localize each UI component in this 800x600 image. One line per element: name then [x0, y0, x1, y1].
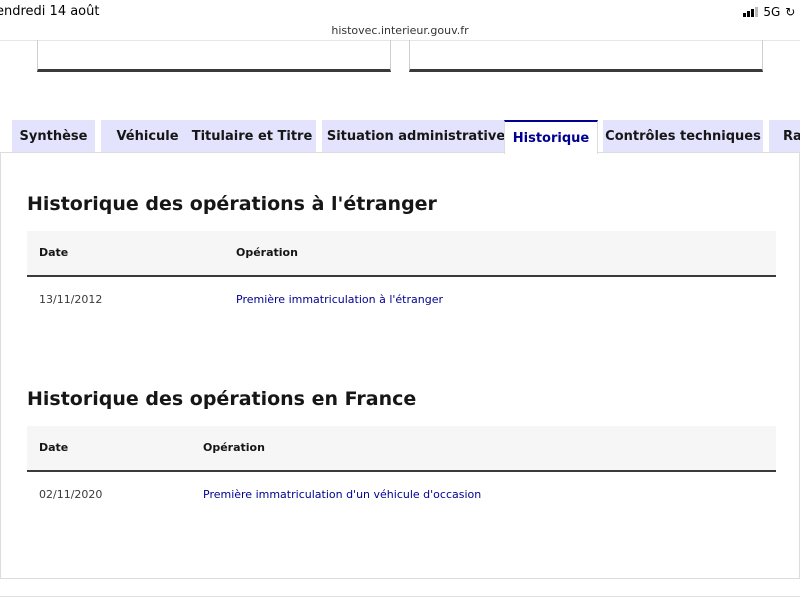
cell-operation-link[interactable]: Première immatriculation d'un véhicule d… — [203, 488, 481, 501]
tab-label: Situation administrative — [326, 129, 506, 144]
cell-date: 02/11/2020 — [39, 488, 103, 501]
table-header-etranger: Date Opération — [27, 231, 776, 277]
summary-card-right — [409, 40, 763, 72]
network-type: 5G — [763, 5, 781, 19]
tab-situation-administrative[interactable]: Situation administrative — [322, 120, 510, 153]
column-header-operation: Opération — [236, 246, 298, 259]
column-header-date: Date — [39, 441, 69, 454]
table-header-france: Date Opération — [27, 426, 776, 472]
tab-controles-techniques[interactable]: Contrôles techniques — [603, 120, 763, 153]
tab-label: Titulaire et Titre — [191, 129, 313, 144]
section-title-etranger: Historique des opérations à l'étranger — [27, 193, 437, 215]
tab-label: Contrôles techniques — [605, 129, 761, 144]
section-title-france: Historique des opérations en France — [27, 388, 417, 410]
column-header-operation: Opération — [203, 441, 265, 454]
status-date: endredi 14 août — [0, 4, 100, 19]
tab-rapport[interactable]: Rap — [769, 120, 800, 153]
status-indicators: 5G ↻ 3 — [743, 5, 800, 19]
address-bar[interactable]: histovec.interieur.gouv.fr — [0, 24, 800, 37]
tab-vehicule[interactable]: Véhicule — [101, 120, 194, 153]
status-bar: endredi 14 août 5G ↻ 3 — [0, 0, 800, 24]
column-header-date: Date — [39, 246, 69, 259]
tab-historique[interactable]: Historique — [504, 120, 598, 154]
tab-label: Historique — [512, 130, 590, 146]
tab-label: Rap — [783, 129, 800, 144]
orientation-lock-icon: ↻ — [785, 5, 796, 19]
tab-synthese[interactable]: Synthèse — [12, 120, 95, 153]
tab-label: Véhicule — [116, 129, 179, 144]
summary-card-left — [37, 40, 391, 72]
historique-panel: Historique des opérations à l'étranger D… — [0, 152, 800, 579]
tab-titulaire-et-titre[interactable]: Titulaire et Titre — [188, 120, 316, 153]
tab-label: Synthèse — [19, 129, 88, 144]
cell-operation-link[interactable]: Première immatriculation à l'étranger — [236, 293, 443, 306]
cell-date: 13/11/2012 — [39, 293, 103, 306]
cellular-signal-icon — [743, 7, 759, 17]
page-divider — [0, 596, 800, 597]
